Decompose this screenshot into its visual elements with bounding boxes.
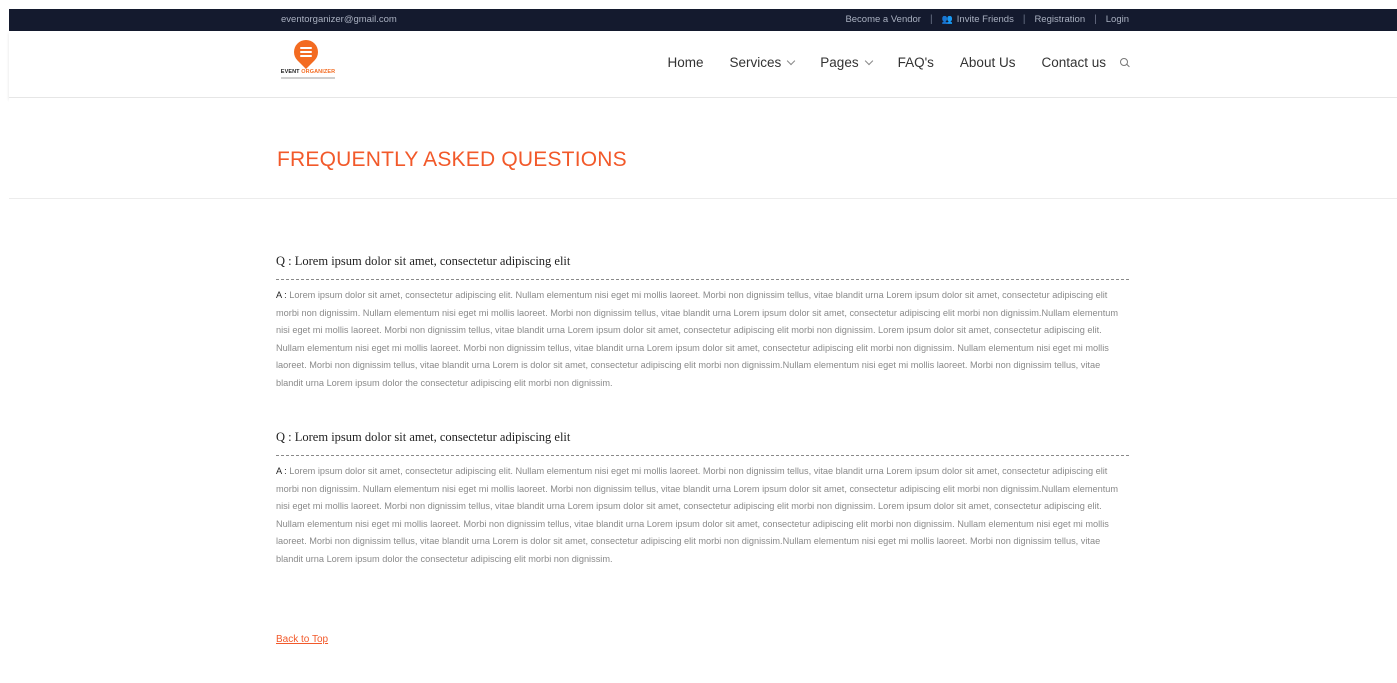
chevron-down-icon: [787, 56, 796, 65]
separator: |: [929, 14, 933, 25]
faq-answer: A : Lorem ipsum dolor sit amet, consecte…: [276, 463, 1129, 568]
nav-label: Contact us: [1041, 55, 1106, 70]
faq-question: Q : Lorem ipsum dolor sit amet, consecte…: [276, 430, 1129, 456]
nav-item-about-us[interactable]: About Us: [960, 55, 1016, 70]
nav-label: FAQ's: [897, 55, 934, 70]
user-group-icon: 👥: [941, 14, 953, 24]
faq-item: Q : Lorem ipsum dolor sit amet, consecte…: [276, 254, 1129, 392]
logo-word-event: EVENT: [280, 69, 300, 75]
faq-question: Q : Lorem ipsum dolor sit amet, consecte…: [276, 254, 1129, 280]
nav-label: Pages: [820, 55, 859, 70]
nav-label: About Us: [959, 55, 1016, 70]
answer-label: A :: [276, 466, 287, 476]
answer-text: Lorem ipsum dolor sit amet, consectetur …: [276, 466, 1119, 564]
nav-item-pages[interactable]: Pages: [820, 55, 873, 70]
logo-wordmark: EVENT ORGANIZER: [277, 69, 339, 75]
top-bar-links: Become a Vendor | 👥 Invite Friends | Reg…: [845, 14, 1129, 25]
nav-label: Home: [667, 55, 704, 70]
separator: |: [1094, 14, 1097, 25]
nav-label: Services: [729, 55, 782, 70]
logo-lines: [300, 47, 312, 59]
contact-email[interactable]: eventorganizer@gmail.com: [281, 14, 397, 25]
faq-answer: A : Lorem ipsum dolor sit amet, consecte…: [276, 287, 1129, 392]
registration-link[interactable]: Registration: [1034, 14, 1085, 25]
faq-item: Q : Lorem ipsum dolor sit amet, consecte…: [276, 430, 1129, 568]
login-link[interactable]: Login: [1106, 14, 1129, 25]
nav-item-faqs[interactable]: FAQ's: [898, 55, 934, 70]
nav-item-home[interactable]: Home: [668, 55, 704, 70]
page: eventorganizer@gmail.com Become a Vendor…: [0, 0, 1397, 683]
nav-item-services[interactable]: Services: [729, 55, 796, 70]
logo-tagline: [281, 77, 335, 79]
faq-list: Q : Lorem ipsum dolor sit amet, consecte…: [276, 254, 1129, 606]
search-icon[interactable]: [1120, 58, 1130, 68]
become-vendor-link[interactable]: Become a Vendor: [845, 14, 921, 25]
page-title-band: FREQUENTLY ASKED QUESTIONS: [9, 98, 1397, 199]
back-to-top-link[interactable]: Back to Top: [276, 634, 328, 645]
page-title: FREQUENTLY ASKED QUESTIONS: [277, 148, 627, 172]
answer-label: A :: [276, 290, 287, 300]
site-logo[interactable]: EVENT ORGANIZER: [277, 35, 339, 87]
nav-item-contact-us[interactable]: Contact us: [1041, 55, 1106, 70]
separator: |: [1022, 14, 1026, 25]
top-bar: eventorganizer@gmail.com Become a Vendor…: [9, 9, 1397, 31]
invite-friends-link[interactable]: Invite Friends: [957, 14, 1014, 25]
main-nav: Home Services Pages FAQ's About Us Conta…: [642, 55, 1130, 70]
answer-text: Lorem ipsum dolor sit amet, consectetur …: [276, 290, 1119, 388]
chevron-down-icon: [864, 56, 873, 65]
logo-word-organizer: ORGANIZER: [301, 69, 336, 75]
site-header: EVENT ORGANIZER Home Services Pages FAQ'…: [9, 31, 1397, 98]
